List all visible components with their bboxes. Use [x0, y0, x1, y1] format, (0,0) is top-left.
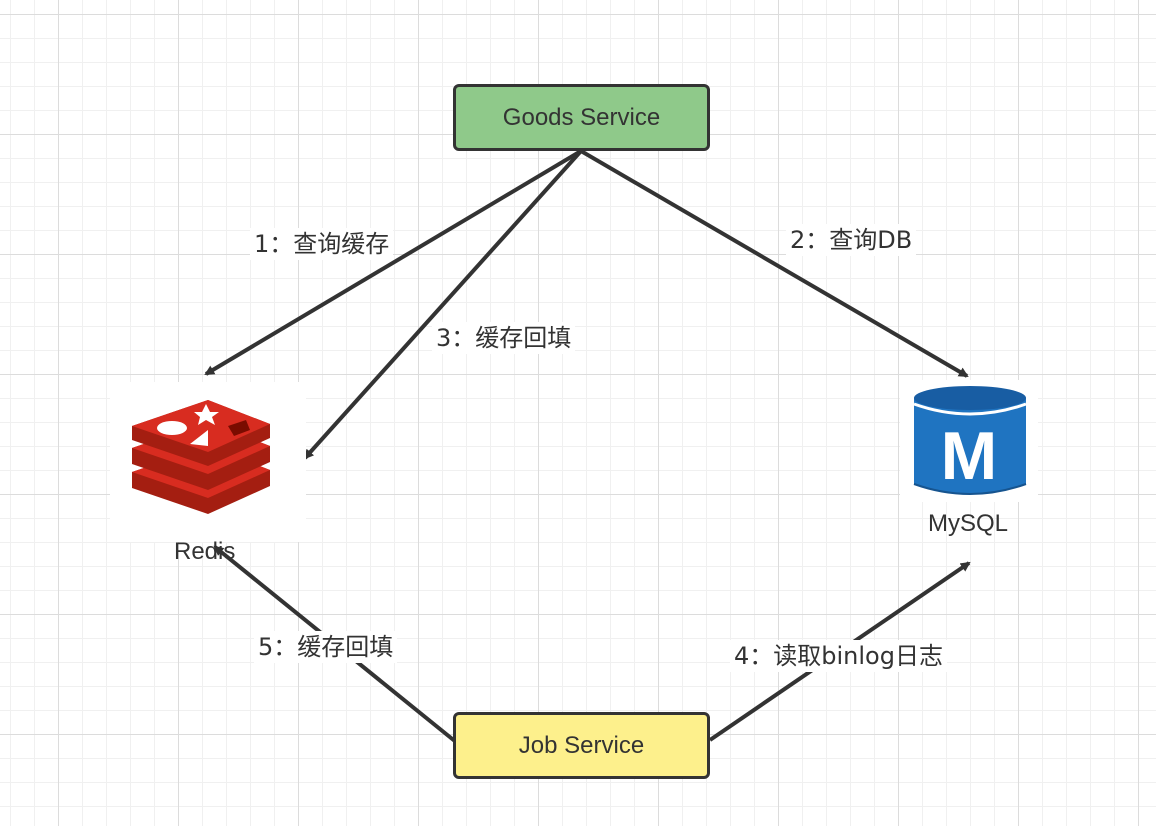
edge-label-cache-fill-goods: 3：缓存回填	[432, 322, 576, 354]
edge-cache-fill-goods[interactable]	[303, 149, 583, 460]
edge-label-query-db: 2：查询DB	[786, 224, 917, 256]
job-service-node[interactable]: Job Service	[453, 712, 710, 779]
mysql-caption: MySQL	[928, 510, 1009, 537]
mysql-letter: M	[940, 418, 998, 494]
job-service-label: Job Service	[518, 731, 645, 759]
edge-label-cache-fill-job: 5：缓存回填	[254, 631, 398, 663]
edge-label-query-cache: 1：查询缓存	[250, 228, 394, 260]
goods-service-node[interactable]: Goods Service	[453, 84, 710, 151]
edge-query-db[interactable]	[579, 149, 969, 378]
goods-service-label: Goods Service	[502, 103, 661, 131]
redis-node[interactable]	[110, 382, 306, 542]
mysql-node[interactable]: M	[900, 380, 1038, 502]
edge-label-read-binlog: 4：读取binlog日志	[730, 640, 947, 672]
redis-logo-icon	[132, 400, 270, 514]
redis-caption: Redis	[174, 538, 236, 565]
